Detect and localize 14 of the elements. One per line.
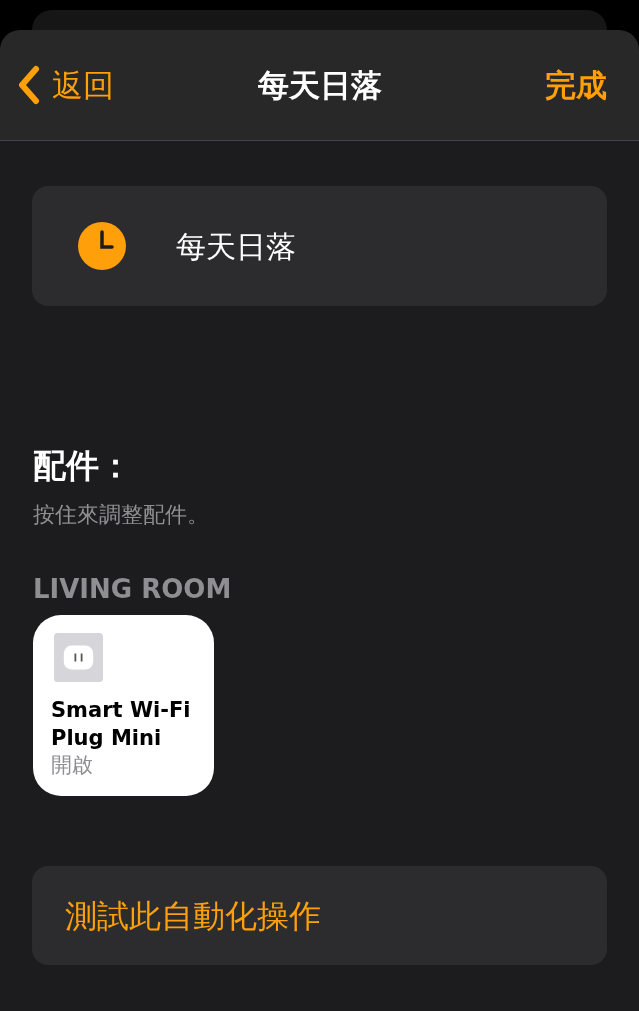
back-button[interactable]: 返回 <box>16 61 114 109</box>
clock-icon <box>78 222 126 270</box>
hint-text: 按住來調整配件。 <box>33 501 210 529</box>
section-heading: 配件： <box>33 445 133 487</box>
nav-title: 每天日落 <box>256 65 383 105</box>
chevron-left-icon <box>16 65 42 105</box>
plug-icon <box>51 633 106 682</box>
room-heading: LIVING ROOM <box>33 573 233 605</box>
accessory-status: 開啟 <box>51 752 94 778</box>
trigger-row[interactable]: 每天日落 <box>32 186 607 306</box>
accessory-tile[interactable]: Smart Wi-Fi Plug Mini 開啟 <box>33 615 214 796</box>
done-button[interactable]: 完成 <box>545 61 623 109</box>
accessory-name: Smart Wi-Fi Plug Mini <box>51 697 192 752</box>
test-automation-button[interactable]: 測試此自動化操作 <box>32 866 607 965</box>
